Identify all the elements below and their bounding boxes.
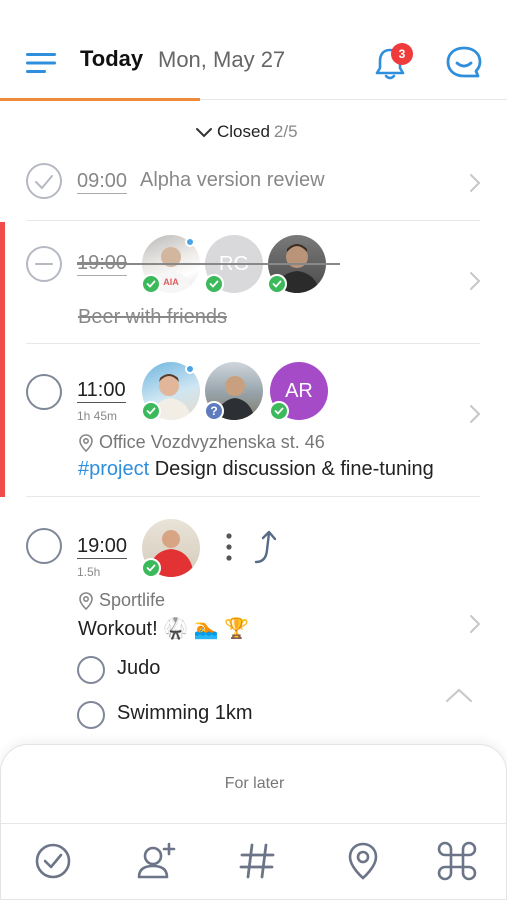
accepted-check-icon — [204, 274, 224, 294]
task-time: 09:00 — [77, 170, 128, 194]
hamburger-menu-icon[interactable] — [24, 50, 58, 76]
accepted-check-icon — [141, 274, 161, 294]
checkmark-icon — [35, 175, 53, 189]
today-tab-indicator — [0, 98, 200, 101]
closed-count: 2/5 — [273, 122, 298, 141]
accepted-check-icon — [141, 558, 161, 578]
strikethrough-line — [77, 263, 340, 265]
location-pin-icon — [79, 591, 93, 610]
accepted-check-icon — [141, 401, 161, 421]
location-pin-icon[interactable] — [343, 841, 383, 881]
add-person-icon[interactable] — [136, 841, 176, 881]
location-pin-icon — [79, 433, 93, 452]
task-time: 11:00 — [77, 379, 126, 403]
chevron-right-icon — [470, 272, 481, 290]
online-indicator — [185, 364, 195, 374]
chat-icon[interactable] — [445, 45, 483, 81]
task-title: Alpha version review — [140, 169, 325, 191]
task-duration: 1.5h — [77, 565, 101, 579]
location-label: Office Vozdvyzhenska st. 46 — [99, 432, 325, 452]
task-done-checkbox[interactable] — [26, 163, 62, 199]
for-later-label[interactable]: For later — [1, 775, 507, 793]
chevron-right-icon — [470, 615, 481, 633]
closed-label: Closed — [217, 122, 270, 141]
hashtag-icon[interactable] — [237, 841, 277, 881]
task-location[interactable]: Office Vozdvyzhenska st. 46 — [79, 432, 325, 453]
more-options-icon[interactable] — [222, 532, 236, 562]
row-divider — [26, 496, 480, 497]
collapse-chevron-up-icon[interactable] — [444, 686, 474, 704]
sheet-divider — [1, 823, 507, 824]
shirt-label: AIA — [163, 277, 179, 287]
location-label: Sportlife — [99, 590, 166, 610]
avatar-initials: AR — [285, 379, 313, 402]
task-location[interactable]: Sportlife — [79, 590, 165, 611]
online-indicator — [185, 237, 195, 247]
accepted-check-icon — [267, 274, 287, 294]
task-duration: 1h 45m — [77, 409, 118, 423]
task-title: Design discussion & fine-tuning — [154, 458, 434, 480]
chevron-right-icon — [470, 174, 481, 192]
notification-count-badge: 3 — [391, 43, 413, 65]
subtask-label: Judo — [117, 657, 161, 679]
subtask-checkbox[interactable] — [77, 701, 105, 729]
task-title: Beer with friends — [78, 306, 227, 328]
closed-tasks-toggle[interactable]: Closed 2/5 — [195, 122, 298, 142]
accepted-check-icon — [269, 401, 289, 421]
row-divider — [26, 220, 480, 221]
command-icon[interactable] — [437, 841, 477, 881]
row-divider — [26, 343, 480, 344]
page-title: Today — [80, 46, 144, 71]
task-time: 19:00 — [77, 535, 128, 559]
current-date: Mon, May 27 — [158, 47, 286, 72]
chevron-right-icon — [470, 405, 481, 423]
task-checkbox[interactable] — [26, 374, 62, 410]
project-tag[interactable]: #project — [78, 458, 149, 480]
app-header: Today Mon, May 27 3 — [0, 0, 507, 101]
task-title: Workout! 🥋 🏊 🏆 — [78, 618, 250, 640]
task-cancelled-checkbox[interactable] — [26, 246, 62, 282]
chevron-down-icon — [196, 127, 212, 137]
header-divider — [200, 99, 507, 100]
minus-icon — [35, 263, 53, 265]
task-title-line: #project Design discussion & fine-tuning — [78, 458, 434, 481]
check-circle-icon[interactable] — [33, 841, 73, 881]
pending-question-icon: ? — [204, 401, 224, 421]
task-checkbox[interactable] — [26, 528, 62, 564]
for-later-sheet[interactable]: For later — [0, 744, 507, 900]
current-time-indicator — [0, 222, 5, 497]
move-up-arrow-icon[interactable] — [252, 528, 282, 564]
subtask-label: Swimming 1km — [117, 702, 253, 724]
subtask-checkbox[interactable] — [77, 656, 105, 684]
